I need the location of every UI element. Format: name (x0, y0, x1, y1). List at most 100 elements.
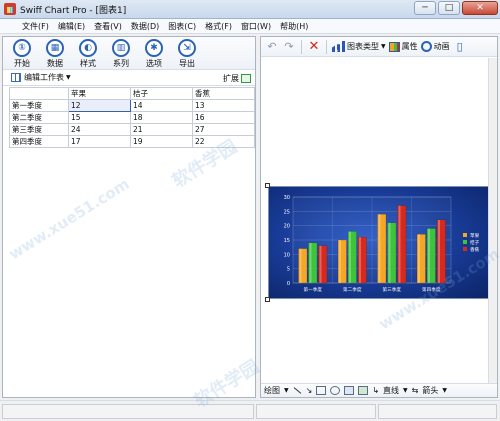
grid-cell[interactable]: 16 (192, 111, 255, 124)
series-label: 系列 (113, 59, 129, 68)
textbox-tool-icon[interactable] (344, 386, 355, 395)
menu-view[interactable]: 查看(V) (94, 21, 122, 32)
minimize-button[interactable]: ─ (414, 1, 436, 15)
menu-format[interactable]: 格式(F) (205, 21, 232, 32)
grid-cell[interactable]: 14 (130, 99, 193, 112)
arrow-style-dropdown[interactable]: 箭头 (422, 385, 438, 396)
line-style-dropdown[interactable]: 直线 (383, 385, 399, 396)
table-icon: ▦ (46, 39, 64, 57)
table-row: 第一季度 12 14 13 (9, 99, 255, 112)
y-tick-label: 30 (284, 195, 290, 201)
grid-cell[interactable]: 19 (130, 135, 193, 148)
export-button[interactable]: ⇲ 导出 (174, 39, 200, 69)
chart-object[interactable]: 0 5 10 15 20 25 30 第一季度 第二季度 第三季度 第四季度 苹果 桔子 香蕉 (268, 186, 490, 299)
image-tool-icon[interactable] (358, 386, 369, 395)
style-label: 样式 (80, 59, 96, 68)
legend-swatch (463, 247, 467, 251)
grid-cell[interactable]: 13 (192, 99, 255, 112)
column-header[interactable]: 香蕉 (192, 87, 255, 100)
ellipse-tool-icon[interactable] (330, 386, 341, 395)
row-header[interactable]: 第一季度 (9, 99, 69, 112)
status-cell (2, 404, 254, 419)
column-header[interactable]: 桔子 (130, 87, 193, 100)
grid-cell[interactable]: 21 (130, 123, 193, 136)
bar-highlight (378, 214, 381, 283)
bar-highlight (388, 222, 391, 283)
series-button[interactable]: ▥ 系列 (108, 39, 134, 69)
maximize-button[interactable]: □ (438, 1, 460, 15)
bar-highlight (418, 234, 420, 283)
arrow-style-icon[interactable]: ⇆ (412, 386, 419, 395)
chart-canvas[interactable]: 0 5 10 15 20 25 30 第一季度 第二季度 第三季度 第四季度 苹果 桔子 香蕉 (262, 58, 493, 386)
legend-swatch (463, 240, 467, 244)
line-tool-icon[interactable] (293, 387, 301, 394)
bar-highlight (309, 242, 312, 283)
row-header[interactable]: 第二季度 (9, 111, 69, 124)
bar-highlight (319, 245, 322, 283)
start-icon: ① (13, 39, 31, 57)
menu-help[interactable]: 帮助(H) (280, 21, 308, 32)
menu-chart[interactable]: 图表(C) (168, 21, 196, 32)
grid-corner[interactable] (9, 87, 69, 100)
grid-cell[interactable]: 27 (192, 123, 255, 136)
grid-cell-selected[interactable]: 12 (68, 99, 131, 112)
grid-cell[interactable]: 24 (68, 123, 131, 136)
x-tick-label: 第一季度 (304, 286, 323, 293)
chevron-down-icon[interactable]: ▼ (442, 387, 447, 394)
document-icon[interactable]: ▯ (453, 40, 467, 54)
options-label: 选项 (146, 59, 162, 68)
menu-edit[interactable]: 编辑(E) (58, 21, 85, 32)
properties-button[interactable]: 属性 (388, 41, 418, 52)
options-button[interactable]: ✱ 选项 (141, 39, 167, 69)
chevron-down-icon[interactable]: ▼ (66, 74, 71, 81)
column-header[interactable]: 苹果 (68, 87, 131, 100)
menu-window[interactable]: 窗口(W) (241, 21, 271, 32)
menu-bar: 文件(F) 编辑(E) 查看(V) 数据(D) 图表(C) 格式(F) 窗口(W… (0, 19, 500, 34)
delete-icon[interactable]: ✕ (307, 39, 321, 54)
resize-handle-bl[interactable] (265, 297, 270, 302)
edit-worksheet-dropdown[interactable]: 编辑工作表 (24, 72, 64, 83)
table-row: 第二季度 15 18 16 (9, 111, 255, 124)
grid-cell[interactable]: 15 (68, 111, 131, 124)
y-tick-label: 10 (284, 252, 290, 258)
chevron-down-icon[interactable]: ▼ (403, 387, 408, 394)
menu-data[interactable]: 数据(D) (131, 21, 159, 32)
close-button[interactable]: ✕ (462, 1, 498, 15)
grid-cell[interactable]: 17 (68, 135, 131, 148)
undo-icon[interactable]: ↶ (265, 40, 279, 54)
window-controls: ─ □ ✕ (414, 1, 498, 15)
data-button[interactable]: ▦ 数据 (42, 39, 68, 69)
connector-icon[interactable]: ↳ (372, 386, 379, 395)
expand-label: 扩展 (223, 74, 239, 83)
row-header[interactable]: 第三季度 (9, 123, 69, 136)
bar-chart-icon (332, 41, 345, 52)
series-icon: ▥ (112, 39, 130, 57)
chevron-down-icon[interactable]: ▼ (284, 387, 289, 394)
draw-menu[interactable]: 绘图 (264, 385, 280, 396)
y-tick-label: 25 (284, 209, 290, 215)
bar-chart: 0 5 10 15 20 25 30 第一季度 第二季度 第三季度 第四季度 苹果桔子香蕉 (284, 195, 480, 293)
export-label: 导出 (179, 59, 195, 68)
expand-button[interactable]: 扩展 (223, 73, 251, 84)
chart-type-label: 图表类型 (347, 42, 379, 51)
vertical-scrollbar[interactable] (488, 58, 497, 386)
grid-cell[interactable]: 22 (192, 135, 255, 148)
arrow-tool-icon[interactable]: ↘ (306, 386, 313, 395)
menu-file[interactable]: 文件(F) (22, 21, 49, 32)
bar-highlight (299, 248, 302, 283)
row-header[interactable]: 第四季度 (9, 135, 69, 148)
redo-icon[interactable]: ↷ (282, 40, 296, 54)
resize-handle-tl[interactable] (265, 183, 270, 188)
x-tick-label: 第四季度 (422, 286, 441, 293)
toolbar-divider (326, 39, 327, 54)
grid-cell[interactable]: 18 (130, 111, 193, 124)
y-tick-label: 0 (287, 281, 290, 287)
rectangle-tool-icon[interactable] (316, 386, 327, 395)
y-tick-label: 15 (284, 238, 290, 244)
animation-button[interactable]: 动画 (420, 41, 450, 52)
chart-toolbar: ↶ ↷ ✕ 图表类型 ▼ 属性 动画 ▯ (261, 37, 497, 57)
bar-highlight (349, 231, 351, 283)
chart-type-button[interactable]: 图表类型 ▼ (332, 41, 386, 52)
style-button[interactable]: ◐ 样式 (75, 39, 101, 69)
start-button[interactable]: ① 开始 (9, 39, 35, 69)
